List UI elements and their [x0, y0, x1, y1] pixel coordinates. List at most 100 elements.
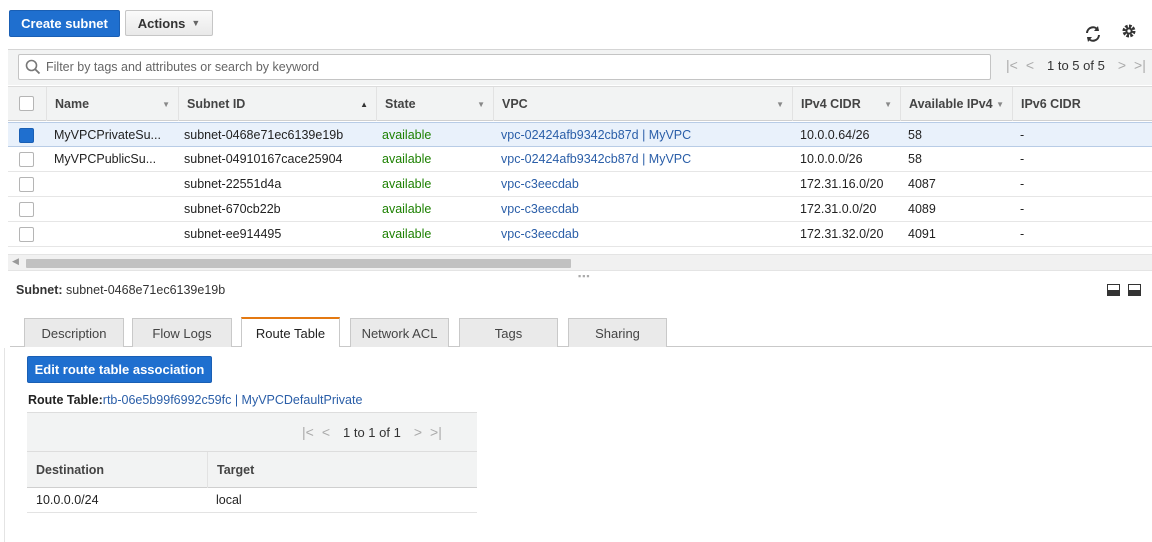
subnets-console: Create subnet Actions ▼ |< < 1 to 5 of 5… — [0, 0, 1152, 542]
cell-vpc-link[interactable]: vpc-c3eecdab — [501, 197, 791, 221]
cell-vpc-link[interactable]: vpc-02424afb9342cb87d | MyVPC — [501, 123, 791, 147]
cell-name: MyVPCPublicSu... — [54, 152, 157, 166]
last-page-icon[interactable]: >| — [430, 424, 442, 440]
detail-tabs: Description Flow Logs Route Table Networ… — [10, 317, 1152, 347]
tab-description[interactable]: Description — [24, 318, 124, 347]
cell-ipv6-cidr: - — [1020, 202, 1025, 216]
table-row[interactable]: subnet-ee914495 available vpc-c3eecdab 1… — [8, 222, 1152, 247]
cell-name: MyVPCPrivateSu... — [54, 128, 161, 142]
column-header-available-ipv4[interactable]: Available IPv4 ▼ — [900, 87, 1012, 121]
subnet-value: subnet-0468e71ec6139e19b — [66, 283, 226, 297]
table-row[interactable]: MyVPCPublicSu... subnet-04910167cace2590… — [8, 147, 1152, 172]
cell-ipv6-cidr: - — [1020, 128, 1025, 142]
cell-available-ipv4: 4087 — [908, 177, 936, 191]
cell-ipv6-cidr: - — [1020, 177, 1025, 191]
cell-ipv4-cidr: 172.31.0.0/20 — [800, 202, 877, 216]
column-header-target[interactable]: Target — [207, 452, 477, 488]
row-checkbox[interactable] — [19, 227, 34, 242]
filter-bar: |< < 1 to 5 of 5 > >| — [8, 49, 1152, 85]
subnet-prefix: Subnet: — [16, 283, 63, 297]
tab-network-acl[interactable]: Network ACL — [350, 318, 449, 347]
sort-icon: ▼ — [162, 99, 170, 109]
row-checkbox[interactable] — [19, 128, 34, 143]
refresh-icon[interactable] — [1084, 25, 1102, 46]
prev-page-icon[interactable]: < — [322, 424, 330, 440]
next-page-icon[interactable]: > — [414, 424, 422, 440]
column-label: Available IPv4 — [909, 97, 993, 111]
search-box[interactable] — [18, 54, 991, 80]
cell-vpc-link[interactable]: vpc-02424afb9342cb87d | MyVPC — [501, 147, 791, 171]
cell-subnet-id: subnet-670cb22b — [184, 202, 281, 216]
column-label: Subnet ID — [187, 97, 246, 111]
layout-bottom-icon[interactable] — [1128, 284, 1141, 296]
horizontal-scrollbar[interactable]: ◀ — [8, 254, 1152, 271]
cell-vpc-link[interactable]: vpc-c3eecdab — [501, 172, 791, 196]
column-header-name[interactable]: Name ▼ — [46, 87, 178, 121]
cell-state: available — [382, 202, 432, 216]
cell-ipv4-cidr: 172.31.32.0/20 — [800, 227, 884, 241]
column-header-destination[interactable]: Destination — [36, 452, 206, 488]
cell-state: available — [382, 152, 432, 166]
cell-subnet-id: subnet-04910167cace25904 — [184, 152, 343, 166]
routes-header: Destination Target — [27, 451, 477, 488]
table-row[interactable]: subnet-670cb22b available vpc-c3eecdab 1… — [8, 197, 1152, 222]
scrollbar-thumb[interactable] — [26, 259, 571, 268]
route-row: 10.0.0.0/24 local — [27, 488, 477, 513]
column-header-ipv4-cidr[interactable]: IPv4 CIDR ▼ — [792, 87, 900, 121]
gear-icon[interactable] — [1121, 23, 1137, 42]
routes-pager-bar: |< < 1 to 1 of 1 > >| — [27, 412, 477, 451]
column-header-ipv6-cidr[interactable]: IPv6 CIDR — [1012, 87, 1152, 121]
table-header: Name ▼ Subnet ID ▲ State ▼ VPC ▼ IPv4 CIDR ▼ … — [8, 86, 1152, 121]
table-row[interactable]: MyVPCPrivateSu... subnet-0468e71ec6139e1… — [8, 122, 1152, 147]
row-checkbox[interactable] — [19, 152, 34, 167]
tab-flow-logs[interactable]: Flow Logs — [132, 318, 232, 347]
next-page-icon[interactable]: > — [1118, 57, 1126, 73]
selected-subnet-label: Subnet: subnet-0468e71ec6139e19b — [16, 283, 225, 297]
column-header-subnet-id[interactable]: Subnet ID ▲ — [178, 87, 376, 121]
sort-icon: ▼ — [776, 99, 784, 109]
resize-grip-icon[interactable]: ▪▪▪ — [578, 271, 591, 281]
tab-tags[interactable]: Tags — [459, 318, 558, 347]
sort-icon: ▼ — [884, 99, 892, 109]
column-header-state[interactable]: State ▼ — [376, 87, 493, 121]
cell-name — [54, 197, 174, 221]
pager-text: 1 to 5 of 5 — [1047, 57, 1105, 73]
actions-dropdown[interactable]: Actions ▼ — [125, 10, 213, 36]
cell-ipv4-cidr: 172.31.16.0/20 — [800, 177, 884, 191]
cell-ipv4-cidr: 10.0.0.64/26 — [800, 128, 870, 142]
cell-vpc-link[interactable]: vpc-c3eecdab — [501, 222, 791, 246]
cell-state: available — [382, 177, 432, 191]
tab-sharing[interactable]: Sharing — [568, 318, 667, 347]
edit-route-table-association-button[interactable]: Edit route table association — [27, 356, 212, 383]
table-pager: |< < 1 to 5 of 5 > >| — [1002, 57, 1150, 73]
layout-split-icon[interactable] — [1107, 284, 1120, 296]
search-input[interactable] — [46, 57, 976, 77]
column-label: VPC — [502, 97, 528, 111]
panel-divider — [4, 348, 5, 542]
route-table-link[interactable]: rtb-06e5b99f6992c59fc | MyVPCDefaultPriv… — [103, 393, 363, 407]
row-checkbox[interactable] — [19, 202, 34, 217]
first-page-icon[interactable]: |< — [302, 424, 314, 440]
search-icon — [25, 59, 41, 75]
tab-route-table[interactable]: Route Table — [241, 317, 340, 347]
scroll-left-icon[interactable]: ◀ — [12, 256, 19, 267]
cell-ipv4-cidr: 10.0.0.0/26 — [800, 152, 863, 166]
column-label: Name — [55, 97, 90, 111]
cell-target: local — [216, 493, 242, 507]
row-checkbox[interactable] — [19, 177, 34, 192]
sort-icon: ▼ — [996, 99, 1004, 109]
table-row[interactable]: subnet-22551d4a available vpc-c3eecdab 1… — [8, 172, 1152, 197]
cell-ipv6-cidr: - — [1020, 152, 1025, 166]
sort-ascending-icon: ▲ — [360, 99, 368, 109]
column-header-vpc[interactable]: VPC ▼ — [493, 87, 792, 121]
column-label: IPv6 CIDR — [1021, 97, 1081, 111]
select-all-checkbox[interactable] — [19, 96, 34, 111]
routes-pager: |< < 1 to 1 of 1 > >| — [298, 424, 446, 440]
cell-state: available — [382, 128, 432, 142]
create-subnet-button[interactable]: Create subnet — [9, 10, 120, 37]
cell-ipv6-cidr: - — [1020, 227, 1025, 241]
last-page-icon[interactable]: >| — [1134, 57, 1146, 73]
first-page-icon[interactable]: |< — [1006, 57, 1018, 73]
route-table-line: Route Table:rtb-06e5b99f6992c59fc | MyVP… — [28, 393, 362, 407]
prev-page-icon[interactable]: < — [1026, 57, 1034, 73]
